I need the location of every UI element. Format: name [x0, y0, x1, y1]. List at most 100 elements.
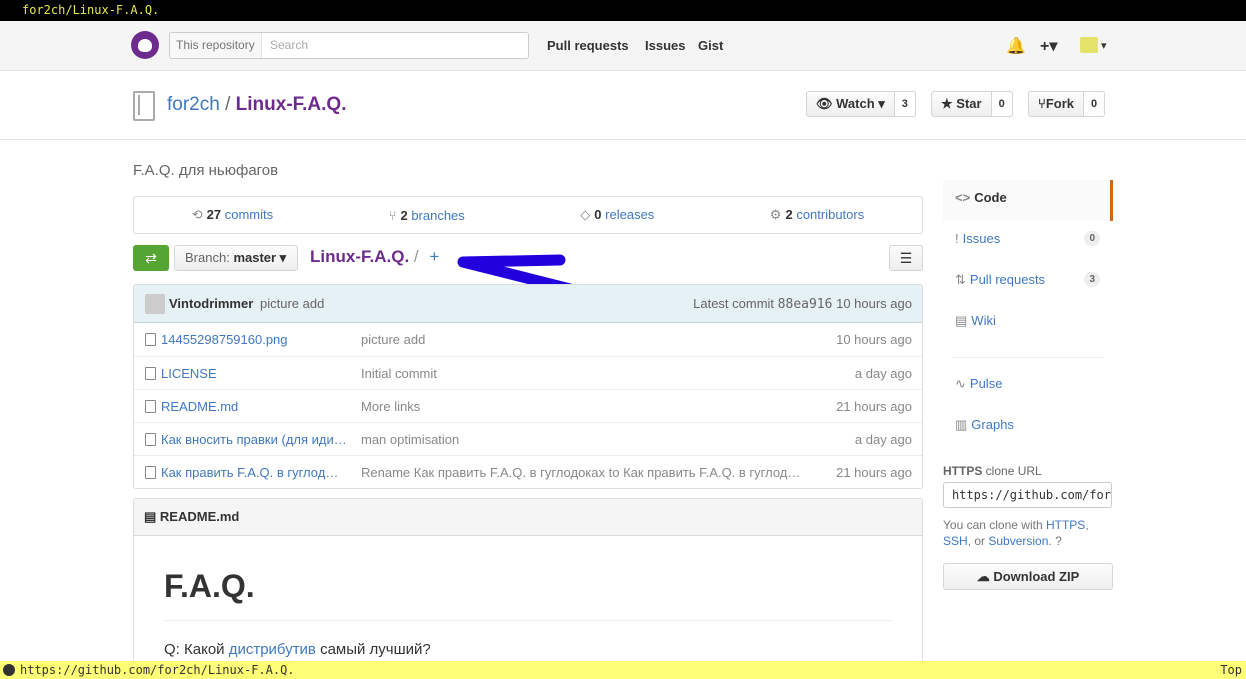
issues-count-badge: 0: [1084, 231, 1100, 246]
star-label: Star: [956, 96, 982, 111]
readme-divider: [164, 620, 892, 621]
file-commit-message[interactable]: More links: [361, 399, 811, 414]
latest-commit-info: Latest commit 88ea916 10 hours ago: [693, 296, 912, 312]
readme-header: ▤ README.md: [134, 499, 922, 536]
commits-link[interactable]: ⟲ 27 commits: [192, 207, 273, 223]
distro-link[interactable]: дистрибутив: [229, 641, 316, 658]
file-name-link[interactable]: Как править F.A.Q. в гуглод…: [161, 465, 351, 480]
pulse-icon: ∿: [955, 376, 966, 391]
issue-icon: !: [955, 231, 959, 246]
sidebar-item-pull-requests[interactable]: ⇅ Pull requests 3: [943, 262, 1113, 303]
file-age: 21 hours ago: [836, 399, 912, 414]
history-icon: ⟲: [191, 207, 203, 222]
list-view-button[interactable]: ☰: [889, 245, 923, 271]
fork-group: ⑂Fork 0: [1028, 91, 1106, 117]
repo-title: for2ch / Linux-F.A.Q.: [167, 94, 346, 116]
user-menu[interactable]: ▾: [1080, 36, 1107, 54]
clone-url-input[interactable]: https://github.com/for2ch/Linux-F.A.Q..g…: [943, 482, 1112, 508]
sidebar-item-code[interactable]: <> Code: [943, 180, 1113, 221]
releases-link[interactable]: ◇ 0 releases: [580, 207, 654, 223]
breadcrumb: Linux-F.A.Q. / +: [310, 247, 439, 267]
chevron-down-icon: ▾: [1101, 40, 1107, 52]
repo-owner-link[interactable]: for2ch: [167, 94, 220, 115]
search-scope[interactable]: This repository: [170, 33, 262, 58]
create-new-icon[interactable]: +▾: [1040, 36, 1057, 56]
tag-icon: ◇: [580, 207, 591, 222]
avatar[interactable]: [145, 294, 165, 314]
file-age: 21 hours ago: [836, 465, 912, 480]
search-input[interactable]: Search: [270, 33, 308, 58]
organization-icon: ⚙: [769, 207, 782, 222]
search-box[interactable]: This repository Search: [169, 32, 529, 59]
branch-selector[interactable]: Branch: master ▾: [174, 245, 298, 271]
fork-count[interactable]: 0: [1083, 91, 1106, 117]
branch-value: master ▾: [233, 250, 287, 265]
nav-pull-requests[interactable]: Pull requests: [547, 38, 629, 53]
file-icon: [145, 400, 156, 413]
book-icon: ▤: [955, 313, 968, 328]
github-favicon-icon: [3, 664, 15, 676]
status-url: https://github.com/for2ch/Linux-F.A.Q.: [20, 663, 295, 677]
branch-icon: ⑂: [388, 207, 397, 223]
readme-heading: F.A.Q.: [164, 568, 255, 604]
file-commit-message[interactable]: Initial commit: [361, 366, 811, 381]
readme-title: README.md: [159, 509, 240, 524]
star-button[interactable]: ★ Star: [931, 91, 992, 117]
fork-label: Fork: [1045, 96, 1074, 111]
branches-link[interactable]: ⑂ 2 branches: [389, 208, 465, 223]
file-age: a day ago: [854, 432, 912, 447]
contributors-link[interactable]: ⚙ 2 contributors: [770, 207, 864, 223]
table-row: LICENSE Initial commit a day ago: [134, 356, 922, 389]
clone-https-link[interactable]: HTTPS: [1046, 518, 1085, 532]
readme-question: Q: Какой дистрибутив самый лучший?: [164, 641, 431, 658]
status-bar: https://github.com/for2ch/Linux-F.A.Q. T…: [0, 661, 1246, 679]
star-group: ★ Star 0: [931, 91, 1013, 117]
breadcrumb-repo-link[interactable]: Linux-F.A.Q.: [310, 247, 409, 266]
pr-count-badge: 3: [1084, 272, 1100, 287]
repo-header: for2ch / Linux-F.A.Q. 👁 Watch ▾ 3 ★ Star…: [0, 71, 1246, 140]
new-file-button[interactable]: +: [429, 247, 439, 266]
readme-panel: ▤ README.md F.A.Q. Q: Какой дистрибутив …: [133, 498, 923, 679]
sidebar-item-pulse[interactable]: ∿ Pulse: [943, 366, 1113, 407]
watch-count[interactable]: 3: [894, 91, 916, 117]
file-name-link[interactable]: 14455298759160.png: [161, 332, 351, 347]
download-zip-button[interactable]: ☁ Download ZIP: [943, 563, 1113, 590]
fork-button[interactable]: ⑂Fork: [1028, 91, 1084, 117]
file-commit-message[interactable]: Rename Как править F.A.Q. в гуглодоках t…: [361, 465, 811, 480]
repo-name-link[interactable]: Linux-F.A.Q.: [236, 94, 347, 115]
compare-button[interactable]: ⇄: [133, 245, 169, 271]
book-icon: ▤: [144, 509, 157, 524]
file-icon: [145, 466, 156, 479]
sidebar-divider: [953, 344, 1103, 358]
commit-sha[interactable]: 88ea916: [778, 297, 833, 312]
file-name-link[interactable]: README.md: [161, 399, 351, 414]
clone-svn-link[interactable]: Subversion: [988, 534, 1048, 548]
commit-author[interactable]: Vintodrimmer: [169, 296, 253, 311]
notifications-bell-icon[interactable]: 🔔: [1006, 36, 1026, 56]
nav-issues[interactable]: Issues: [645, 38, 685, 53]
graph-icon: ▥: [955, 417, 968, 432]
file-age: a day ago: [854, 366, 912, 381]
fork-icon: ⑂: [1038, 96, 1046, 111]
window-title: for2ch/Linux-F.A.Q.: [0, 0, 1246, 21]
file-name-link[interactable]: LICENSE: [161, 366, 351, 381]
github-logo-icon[interactable]: [131, 31, 159, 59]
nav-gist[interactable]: Gist: [698, 38, 723, 53]
sidebar-item-issues[interactable]: ! Issues 0: [943, 221, 1113, 262]
file-icon: [145, 367, 156, 380]
star-count[interactable]: 0: [991, 91, 1013, 117]
commit-message[interactable]: picture add: [260, 296, 324, 311]
sidebar-item-graphs[interactable]: ▥ Graphs: [943, 407, 1113, 448]
cloud-download-icon: ☁: [976, 569, 990, 584]
table-row: 14455298759160.png picture add 10 hours ag…: [134, 323, 922, 356]
scroll-position: Top: [1220, 663, 1242, 677]
help-icon[interactable]: . ?: [1048, 534, 1061, 548]
compare-icon: ⇄: [145, 250, 157, 266]
file-commit-message[interactable]: picture add: [361, 332, 811, 347]
sidebar-item-wiki[interactable]: ▤ Wiki: [943, 303, 1113, 344]
list-icon: ☰: [899, 250, 913, 266]
file-commit-message[interactable]: man optimisation: [361, 432, 811, 447]
watch-button[interactable]: 👁 Watch ▾: [806, 91, 895, 117]
file-name-link[interactable]: Как вносить правки (для иди…: [161, 432, 351, 447]
clone-ssh-link[interactable]: SSH: [943, 534, 968, 548]
